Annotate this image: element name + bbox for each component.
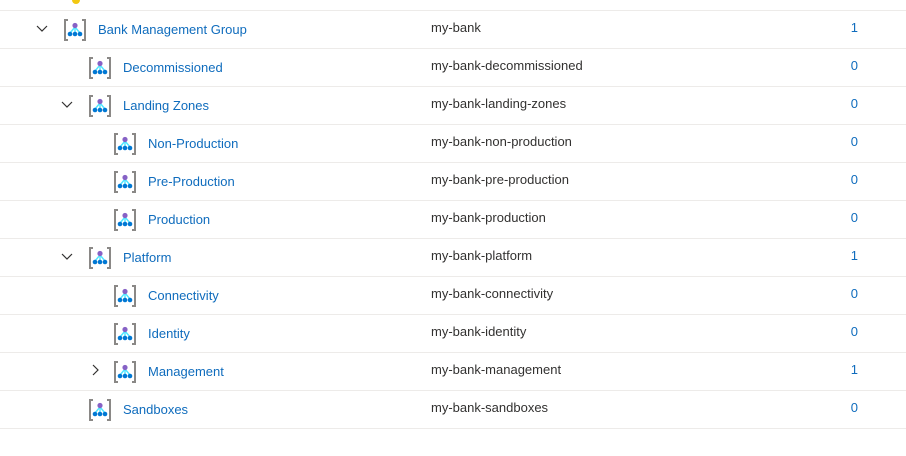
tree-row-child-count[interactable]: 1	[851, 362, 858, 378]
tree-row-production[interactable]: Production my-bank-production 0	[0, 201, 906, 239]
tree-row-name-link[interactable]: Management	[148, 364, 224, 380]
tree-row-child-count[interactable]: 1	[851, 248, 858, 264]
tree-row-id: my-bank-pre-production	[431, 172, 570, 187]
tree-row-id: my-bank-platform	[431, 248, 533, 263]
tree-row-id: my-bank-management	[431, 362, 562, 377]
tree-row-sandboxes[interactable]: Sandboxes my-bank-sandboxes 0	[0, 391, 906, 429]
tree-row-child-count[interactable]: 1	[851, 20, 858, 36]
tree-row-management[interactable]: Management my-bank-management 1	[0, 353, 906, 391]
tree-row-platform[interactable]: Platform my-bank-platform 1	[0, 239, 906, 277]
tree-row-name-link[interactable]: Platform	[123, 250, 171, 266]
management-group-icon	[113, 132, 137, 156]
management-group-icon	[63, 18, 87, 42]
tree-row-id: my-bank-sandboxes	[431, 400, 549, 415]
tree-row-child-count[interactable]: 0	[851, 96, 858, 112]
tree-row-id: my-bank-identity	[431, 324, 527, 339]
partial-folder-icon	[72, 0, 80, 4]
tree-row-id: my-bank-non-production	[431, 134, 572, 149]
tree-row-id: my-bank	[431, 20, 481, 35]
tree-row-id: my-bank-connectivity	[431, 286, 554, 301]
management-group-icon	[113, 322, 137, 346]
management-group-icon	[113, 360, 137, 384]
tree-row-connectivity[interactable]: Connectivity my-bank-connectivity 0	[0, 277, 906, 315]
management-group-tree: Bank Management Group my-bank 1 Decommis…	[0, 11, 906, 429]
tree-row-id: my-bank-landing-zones	[431, 96, 567, 111]
tree-row-name-link[interactable]: Production	[148, 212, 210, 228]
tree-row-name-link[interactable]: Connectivity	[148, 288, 219, 304]
management-group-icon	[88, 246, 112, 270]
tree-row-child-count[interactable]: 0	[851, 58, 858, 74]
tree-row-name-link[interactable]: Bank Management Group	[98, 22, 247, 38]
management-group-icon	[88, 56, 112, 80]
management-group-icon	[88, 94, 112, 118]
tree-row-child-count[interactable]: 0	[851, 324, 858, 340]
tree-row-child-count[interactable]: 0	[851, 400, 858, 416]
tree-row-name-link[interactable]: Sandboxes	[123, 402, 188, 418]
tree-row-non-production[interactable]: Non-Production my-bank-non-production 0	[0, 125, 906, 163]
management-group-icon	[88, 398, 112, 422]
tree-row-decommissioned[interactable]: Decommissioned my-bank-decommissioned 0	[0, 49, 906, 87]
tree-row-name-link[interactable]: Landing Zones	[123, 98, 209, 114]
chevron-down-icon[interactable]	[59, 248, 75, 264]
chevron-down-icon[interactable]	[59, 96, 75, 112]
tree-row-bank-management-group[interactable]: Bank Management Group my-bank 1	[0, 11, 906, 49]
tree-row-child-count[interactable]: 0	[851, 172, 858, 188]
tree-row-identity[interactable]: Identity my-bank-identity 0	[0, 315, 906, 353]
management-groups-page: Bank Management Group my-bank 1 Decommis…	[0, 0, 906, 456]
chevron-right-icon[interactable]	[87, 362, 103, 378]
tree-row-landing-zones[interactable]: Landing Zones my-bank-landing-zones 0	[0, 87, 906, 125]
tree-row-child-count[interactable]: 0	[851, 134, 858, 150]
tree-row-child-count[interactable]: 0	[851, 210, 858, 226]
tree-row-id: my-bank-decommissioned	[431, 58, 583, 73]
chevron-down-icon[interactable]	[34, 20, 50, 36]
tree-row-name-link[interactable]: Non-Production	[148, 136, 238, 152]
tree-row-name-link[interactable]: Pre-Production	[148, 174, 235, 190]
management-group-icon	[113, 170, 137, 194]
management-group-icon	[113, 208, 137, 232]
tree-row-pre-production[interactable]: Pre-Production my-bank-pre-production 0	[0, 163, 906, 201]
tree-row-name-link[interactable]: Identity	[148, 326, 190, 342]
tree-row-child-count[interactable]: 0	[851, 286, 858, 302]
management-group-icon	[113, 284, 137, 308]
tree-row-name-link[interactable]: Decommissioned	[123, 60, 223, 76]
tree-row-id: my-bank-production	[431, 210, 546, 225]
